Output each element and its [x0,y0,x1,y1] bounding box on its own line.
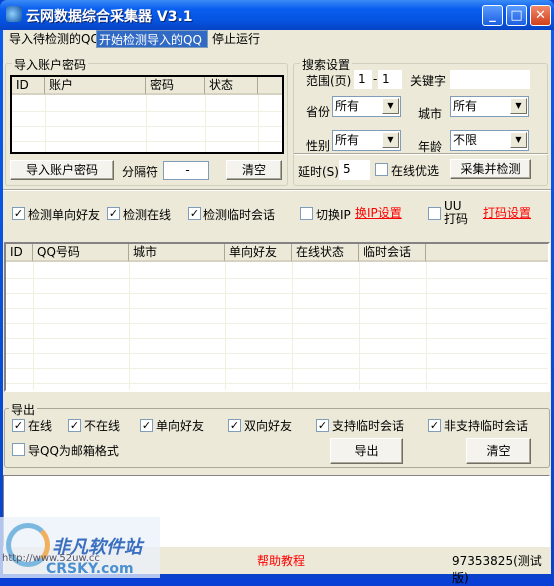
filter-online-label: 在线 [28,419,53,433]
export-button[interactable]: 导出 [330,438,403,464]
col-city[interactable]: 城市 [129,244,225,262]
col-password[interactable]: 密码 [146,77,205,95]
keyword-input[interactable] [450,70,530,89]
col-status[interactable]: 状态 [205,77,258,95]
email-format-checkbox[interactable] [12,443,25,456]
range-dash: - [373,72,378,86]
minimize-icon[interactable]: _ [482,5,503,26]
gender-value: 所有 [335,133,360,147]
chevron-down-icon[interactable]: ▼ [382,132,399,148]
check-oneway-checkbox[interactable]: ✓ [12,207,25,220]
range-label: 范围(页) [306,74,352,88]
col-online[interactable]: 在线状态 [292,244,359,262]
separator-input[interactable]: - [163,161,209,180]
range-from-input[interactable]: 1 [354,70,372,89]
email-format-label: 导QQ为邮箱格式 [28,444,119,458]
captcha-settings-link[interactable]: 打码设置 [483,204,531,221]
menu-stop[interactable]: 停止运行 [207,30,265,48]
col-temp[interactable]: 临时会话 [359,244,426,262]
title-bar[interactable]: 云网数据综合采集器 V3.1 _ □ ✕ [0,0,554,30]
clear-accounts-button[interactable]: 清空 [226,160,282,180]
search-group-title: 搜索设置 [300,56,353,73]
province-value: 所有 [335,99,360,113]
province-label: 省份 [306,105,331,119]
check-temp-checkbox[interactable]: ✓ [188,207,201,220]
results-list[interactable]: ID QQ号码 城市 单向好友 在线状态 临时会话 [4,242,550,392]
col-blank [426,244,548,262]
watermark-brand: CRSKY.com [46,561,134,577]
filter-twoway-checkbox[interactable]: ✓ [228,419,241,432]
city-label: 城市 [418,107,443,121]
check-temp-label: 检测临时会话 [203,208,276,222]
delay-input[interactable]: 5 [339,160,370,180]
delay-label: 延时(S) [298,165,339,179]
uu-checkbox[interactable] [428,207,441,220]
clear-export-button[interactable]: 清空 [466,438,531,464]
uu-label: UU打码 [444,199,469,226]
account-list[interactable]: ID 账户 密码 状态 [10,75,284,154]
chevron-down-icon[interactable]: ▼ [510,98,527,114]
switch-ip-checkbox[interactable] [300,207,313,220]
keyword-label: 关键字 [410,74,447,88]
chevron-down-icon[interactable]: ▼ [510,132,527,148]
col-id[interactable]: ID [12,77,45,95]
col-qq[interactable]: QQ号码 [33,244,129,262]
col-oneway[interactable]: 单向好友 [225,244,292,262]
city-value: 所有 [453,99,478,113]
close-icon[interactable]: ✕ [530,5,551,26]
online-first-checkbox[interactable] [375,163,388,176]
search-divider [294,153,548,155]
filter-temp-label: 支持临时会话 [332,419,405,433]
menu-start-check[interactable]: 开始检测导入的QQ [96,30,208,48]
filter-twoway-label: 双向好友 [244,419,293,433]
export-group-title: 导出 [9,401,38,418]
filter-temp-checkbox[interactable]: ✓ [316,419,329,432]
client-area: 导入待检测的QQ 开始检测导入的QQ 停止运行 导入账户密码 ID 账户 密码 … [0,30,551,585]
check-online-label: 检测在线 [123,208,172,222]
filter-offline-checkbox[interactable]: ✓ [68,419,81,432]
filter-online-checkbox[interactable]: ✓ [12,419,25,432]
check-oneway-label: 检测单向好友 [28,208,101,222]
check-online-checkbox[interactable]: ✓ [107,207,120,220]
import-group-title: 导入账户密码 [12,56,89,73]
city-select[interactable]: 所有 ▼ [450,96,529,117]
online-first-label: 在线优选 [391,164,440,178]
app-icon [6,6,22,22]
version-label: 97353825(测试版) [452,554,542,585]
help-link[interactable]: 帮助教程 [257,552,305,569]
age-value: 不限 [453,133,478,147]
maximize-icon[interactable]: □ [506,5,527,26]
menu-import-qq[interactable]: 导入待检测的QQ [4,30,105,48]
window-title: 云网数据综合采集器 V3.1 [26,9,193,25]
collect-check-button[interactable]: 采集并检测 [450,159,531,179]
filter-offline-label: 不在线 [84,419,121,433]
gender-select[interactable]: 所有 ▼ [332,130,401,151]
filter-oneway-label: 单向好友 [156,419,205,433]
col-id[interactable]: ID [6,244,33,262]
gender-label: 性别 [306,139,331,153]
filter-notemp-label: 非支持临时会话 [444,419,529,433]
range-to-input[interactable]: 1 [378,70,402,89]
ip-settings-link[interactable]: 换IP设置 [355,204,402,221]
filter-oneway-checkbox[interactable]: ✓ [140,419,153,432]
col-account[interactable]: 账户 [45,77,146,95]
filter-notemp-checkbox[interactable]: ✓ [428,419,441,432]
province-select[interactable]: 所有 ▼ [332,96,401,117]
window: 云网数据综合采集器 V3.1 _ □ ✕ 导入待检测的QQ 开始检测导入的QQ … [0,0,554,585]
chevron-down-icon[interactable]: ▼ [382,98,399,114]
col-blank [258,77,282,95]
age-select[interactable]: 不限 ▼ [450,130,529,151]
watermark-logo: 非凡软件站 http://www.52uw.cc CRSKY.com [0,517,160,578]
separator-label: 分隔符 [122,165,159,179]
import-accounts-button[interactable]: 导入账户密码 [10,160,114,180]
options-divider [3,189,551,191]
switch-ip-label: 切换IP [316,208,351,222]
